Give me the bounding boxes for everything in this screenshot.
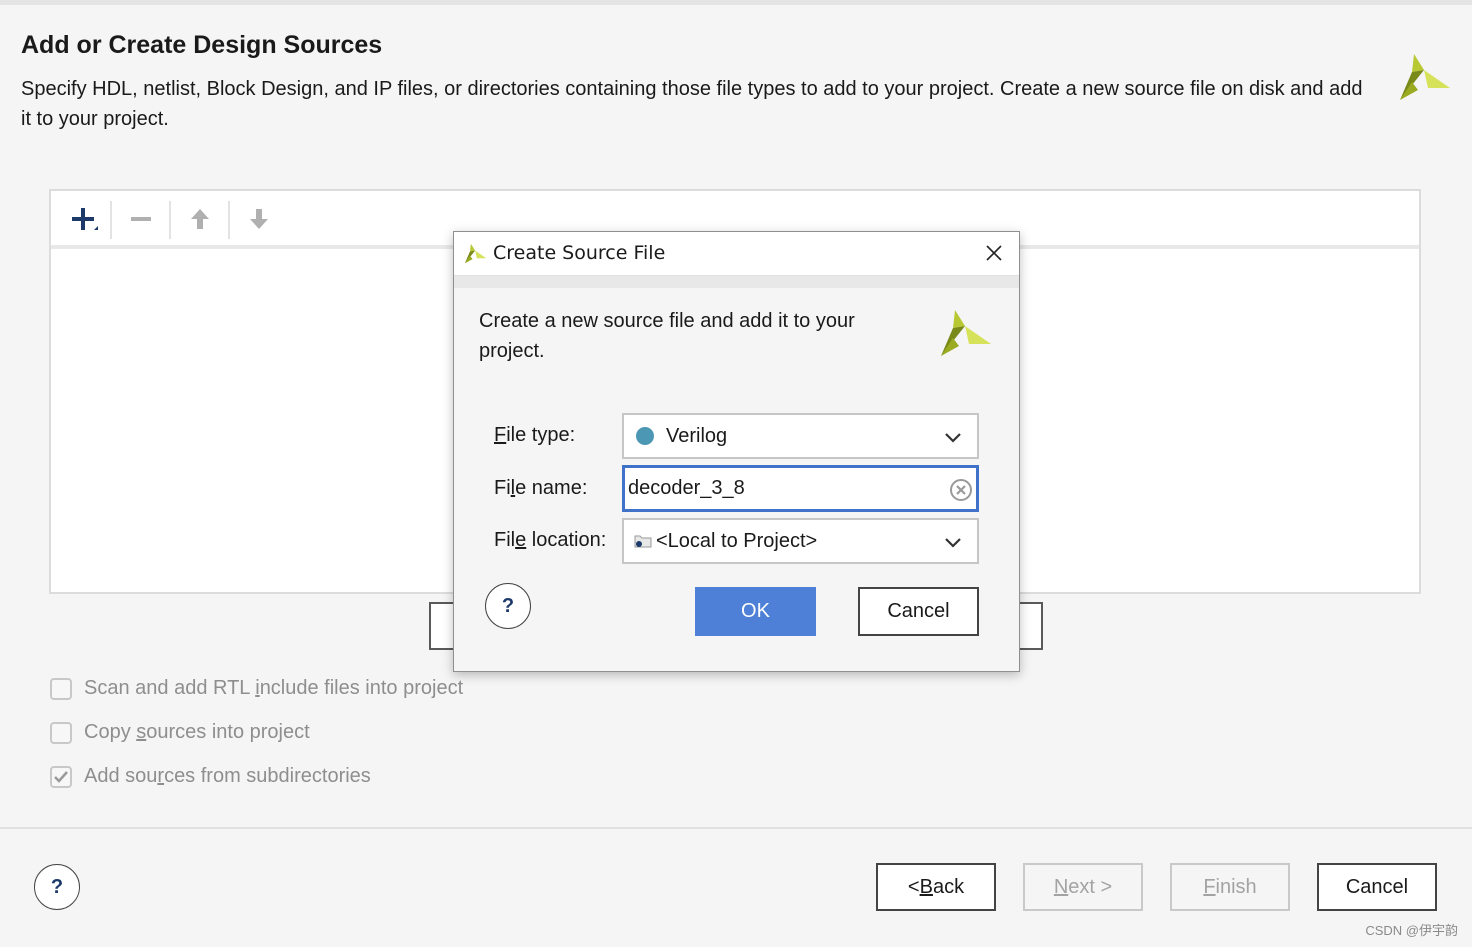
copy-sources-option[interactable]: Copy sources into project: [50, 721, 310, 744]
ok-button[interactable]: OK: [695, 587, 816, 636]
dialog-help-button[interactable]: ?: [485, 583, 531, 629]
finish-button[interactable]: Finish: [1170, 863, 1290, 911]
file-name-input[interactable]: decoder_3_8: [622, 465, 979, 512]
help-button[interactable]: ?: [34, 864, 80, 910]
checkmark-icon: [54, 770, 68, 783]
top-border: [0, 0, 1472, 5]
scan-rtl-option[interactable]: Scan and add RTL include files into proj…: [50, 677, 463, 700]
scan-rtl-checkbox[interactable]: [50, 677, 72, 700]
minus-icon: [131, 217, 151, 221]
plus-icon: [72, 208, 98, 230]
file-location-select[interactable]: <Local to Project>: [622, 518, 979, 564]
folder-icon: [634, 535, 652, 548]
close-icon[interactable]: [983, 242, 1005, 264]
toolbar-separator: [228, 201, 230, 239]
clear-icon[interactable]: [950, 479, 972, 501]
page-title: Add or Create Design Sources: [21, 31, 383, 59]
watermark: CSDN @伊宇韵: [1365, 923, 1458, 938]
chevron-down-icon: [945, 538, 961, 548]
next-button[interactable]: Next >: [1023, 863, 1143, 911]
file-name-label: File name:: [494, 477, 588, 499]
scan-rtl-label: Scan and add RTL include files into proj…: [84, 677, 464, 699]
file-location-label: File location:: [494, 529, 607, 551]
file-type-select[interactable]: Verilog: [622, 413, 979, 459]
toolbar-separator: [169, 201, 171, 239]
add-subdirectories-checkbox[interactable]: [50, 765, 72, 788]
xilinx-logo-icon: [464, 243, 487, 264]
file-name-value: decoder_3_8: [628, 477, 745, 499]
arrow-down-icon: [250, 209, 268, 229]
dialog-description: Create a new source file and add it to y…: [479, 310, 855, 362]
add-subdirectories-option[interactable]: Add sources from subdirectories: [50, 765, 371, 788]
cancel-button[interactable]: Cancel: [1317, 863, 1437, 911]
page-description: Specify HDL, netlist, Block Design, and …: [21, 78, 1363, 130]
verilog-dot-icon: [636, 427, 654, 445]
add-subdirectories-label: Add sources from subdirectories: [84, 765, 371, 787]
create-source-file-dialog: Create Source File Create a new source f…: [453, 231, 1020, 672]
back-button[interactable]: < Back: [876, 863, 996, 911]
add-source-button[interactable]: [63, 199, 103, 239]
file-location-value: <Local to Project>: [656, 529, 818, 552]
move-down-button[interactable]: [239, 199, 279, 239]
move-up-button[interactable]: [180, 199, 220, 239]
arrow-up-icon: [191, 209, 209, 229]
copy-sources-checkbox[interactable]: [50, 721, 72, 744]
footer-divider: [0, 827, 1472, 829]
file-type-value: Verilog: [666, 424, 728, 447]
dialog-title-bar: Create Source File: [454, 232, 1019, 276]
copy-sources-label: Copy sources into project: [84, 721, 310, 743]
file-type-label: File type:: [494, 424, 576, 446]
toolbar-separator: [110, 201, 112, 239]
remove-source-button[interactable]: [121, 199, 161, 239]
chevron-down-icon: [945, 433, 961, 443]
xilinx-logo-icon: [1400, 54, 1450, 100]
xilinx-logo-icon: [941, 310, 991, 356]
dialog-cancel-button[interactable]: Cancel: [858, 587, 979, 636]
dialog-title: Create Source File: [493, 242, 666, 264]
dialog-header-band: [454, 276, 1019, 288]
